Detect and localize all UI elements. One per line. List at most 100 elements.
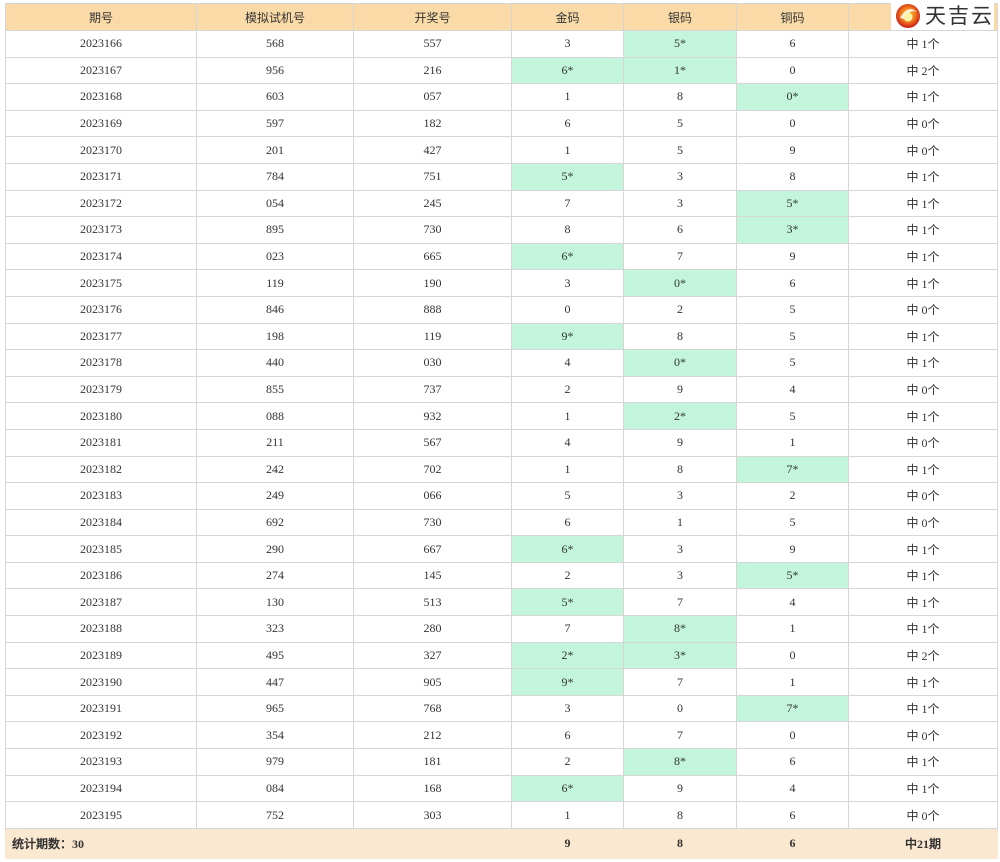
bronze-code-cell: 0 xyxy=(736,56,849,85)
hits-cell: 中 1个 xyxy=(848,162,998,191)
bronze-code-cell: 4 xyxy=(736,588,849,617)
issue-cell: 2023173 xyxy=(5,216,197,244)
sim-number-cell: 211 xyxy=(196,428,354,457)
table-row: 2023172 054 245 7 3 5* 中 1个 xyxy=(5,189,998,218)
gold-code-cell: 2 xyxy=(511,375,624,404)
table-row: 2023174 023 665 6* 7 9 中 1个 xyxy=(5,242,998,271)
gold-code-cell: 6* xyxy=(511,535,624,563)
gold-code-cell: 7 xyxy=(511,189,624,218)
bronze-code-cell: 1 xyxy=(736,428,849,457)
table-row: 2023176 846 888 0 2 5 中 0个 xyxy=(5,295,998,324)
hits-cell: 中 0个 xyxy=(848,109,998,138)
gold-code-cell: 5* xyxy=(511,162,624,191)
bronze-code-cell: 2 xyxy=(736,482,849,510)
bronze-code-cell: 5 xyxy=(736,508,849,537)
issue-cell: 2023167 xyxy=(5,56,197,85)
table-row: 2023185 290 667 6* 3 9 中 1个 xyxy=(5,535,998,563)
hits-cell: 中 1个 xyxy=(848,402,998,430)
gold-code-cell: 6 xyxy=(511,109,624,138)
sim-number-cell: 752 xyxy=(196,801,354,829)
bronze-code-cell: 0 xyxy=(736,109,849,138)
draw-number-cell: 280 xyxy=(353,615,512,643)
hits-cell: 中 2个 xyxy=(848,56,998,85)
gold-code-cell: 1 xyxy=(511,136,624,164)
gold-code-cell: 7 xyxy=(511,615,624,643)
sim-number-cell: 597 xyxy=(196,109,354,138)
sim-number-cell: 130 xyxy=(196,588,354,617)
gold-code-cell: 9* xyxy=(511,322,624,351)
table-row: 2023173 895 730 8 6 3* 中 1个 xyxy=(5,216,998,244)
hits-cell: 中 1个 xyxy=(848,189,998,218)
hits-cell: 中 0个 xyxy=(848,801,998,829)
sim-number-cell: 054 xyxy=(196,189,354,218)
table-row: 2023178 440 030 4 0* 5 中 1个 xyxy=(5,349,998,377)
footer-gold-total: 9 xyxy=(511,827,624,859)
gold-code-cell: 0 xyxy=(511,295,624,324)
draw-number-cell: 030 xyxy=(353,349,512,377)
table-row: 2023186 274 145 2 3 5* 中 1个 xyxy=(5,561,998,590)
hits-cell: 中 0个 xyxy=(848,295,998,324)
gold-code-cell: 5 xyxy=(511,482,624,510)
silver-code-cell: 2* xyxy=(623,402,737,430)
hits-cell: 中 0个 xyxy=(848,508,998,537)
draw-number-cell: 145 xyxy=(353,561,512,590)
header-silver-code: 银码 xyxy=(623,3,737,31)
gold-code-cell: 9* xyxy=(511,668,624,696)
sim-number-cell: 198 xyxy=(196,322,354,351)
bronze-code-cell: 0 xyxy=(736,641,849,670)
draw-number-cell: 513 xyxy=(353,588,512,617)
issue-cell: 2023186 xyxy=(5,561,197,590)
table-row: 2023189 495 327 2* 3* 0 中 2个 xyxy=(5,641,998,670)
issue-cell: 2023180 xyxy=(5,402,197,430)
bronze-code-cell: 0 xyxy=(736,721,849,750)
issue-cell: 2023168 xyxy=(5,83,197,111)
table-row: 2023175 119 190 3 0* 6 中 1个 xyxy=(5,269,998,297)
sim-number-cell: 784 xyxy=(196,162,354,191)
silver-code-cell: 3* xyxy=(623,641,737,670)
hits-cell: 中 1个 xyxy=(848,561,998,590)
draw-number-cell: 665 xyxy=(353,242,512,271)
table-row: 2023168 603 057 1 8 0* 中 1个 xyxy=(5,83,998,111)
draw-number-cell: 730 xyxy=(353,216,512,244)
silver-code-cell: 5 xyxy=(623,109,737,138)
hits-cell: 中 1个 xyxy=(848,242,998,271)
header-issue: 期号 xyxy=(5,3,197,31)
table-row: 2023191 965 768 3 0 7* 中 1个 xyxy=(5,694,998,723)
silver-code-cell: 8* xyxy=(623,615,737,643)
hits-cell: 中 1个 xyxy=(848,774,998,803)
footer-draw-cell xyxy=(353,827,512,859)
hits-cell: 中 0个 xyxy=(848,375,998,404)
gold-code-cell: 8 xyxy=(511,216,624,244)
issue-cell: 2023188 xyxy=(5,615,197,643)
issue-cell: 2023183 xyxy=(5,482,197,510)
site-logo[interactable]: 天吉云 xyxy=(891,0,994,30)
bronze-code-cell: 5 xyxy=(736,349,849,377)
issue-cell: 2023169 xyxy=(5,109,197,138)
hits-cell: 中 0个 xyxy=(848,136,998,164)
hits-cell: 中 0个 xyxy=(848,721,998,750)
bronze-code-cell: 4 xyxy=(736,375,849,404)
silver-code-cell: 1 xyxy=(623,508,737,537)
gold-code-cell: 1 xyxy=(511,402,624,430)
header-sim-number: 模拟试机号 xyxy=(196,3,354,31)
table-row: 2023195 752 303 1 8 6 中 0个 xyxy=(5,801,998,829)
issue-cell: 2023189 xyxy=(5,641,197,670)
table-row: 2023180 088 932 1 2* 5 中 1个 xyxy=(5,402,998,430)
silver-code-cell: 3 xyxy=(623,162,737,191)
silver-code-cell: 8* xyxy=(623,748,737,776)
draw-number-cell: 066 xyxy=(353,482,512,510)
table-row: 2023179 855 737 2 9 4 中 0个 xyxy=(5,375,998,404)
silver-code-cell: 2 xyxy=(623,295,737,324)
draw-number-cell: 327 xyxy=(353,641,512,670)
sim-number-cell: 965 xyxy=(196,694,354,723)
gold-code-cell: 3 xyxy=(511,694,624,723)
bronze-code-cell: 9 xyxy=(736,535,849,563)
gold-code-cell: 6 xyxy=(511,508,624,537)
sim-number-cell: 956 xyxy=(196,56,354,85)
draw-number-cell: 212 xyxy=(353,721,512,750)
silver-code-cell: 3 xyxy=(623,535,737,563)
bronze-code-cell: 6 xyxy=(736,748,849,776)
issue-cell: 2023187 xyxy=(5,588,197,617)
hits-cell: 中 1个 xyxy=(848,455,998,484)
silver-code-cell: 0 xyxy=(623,694,737,723)
